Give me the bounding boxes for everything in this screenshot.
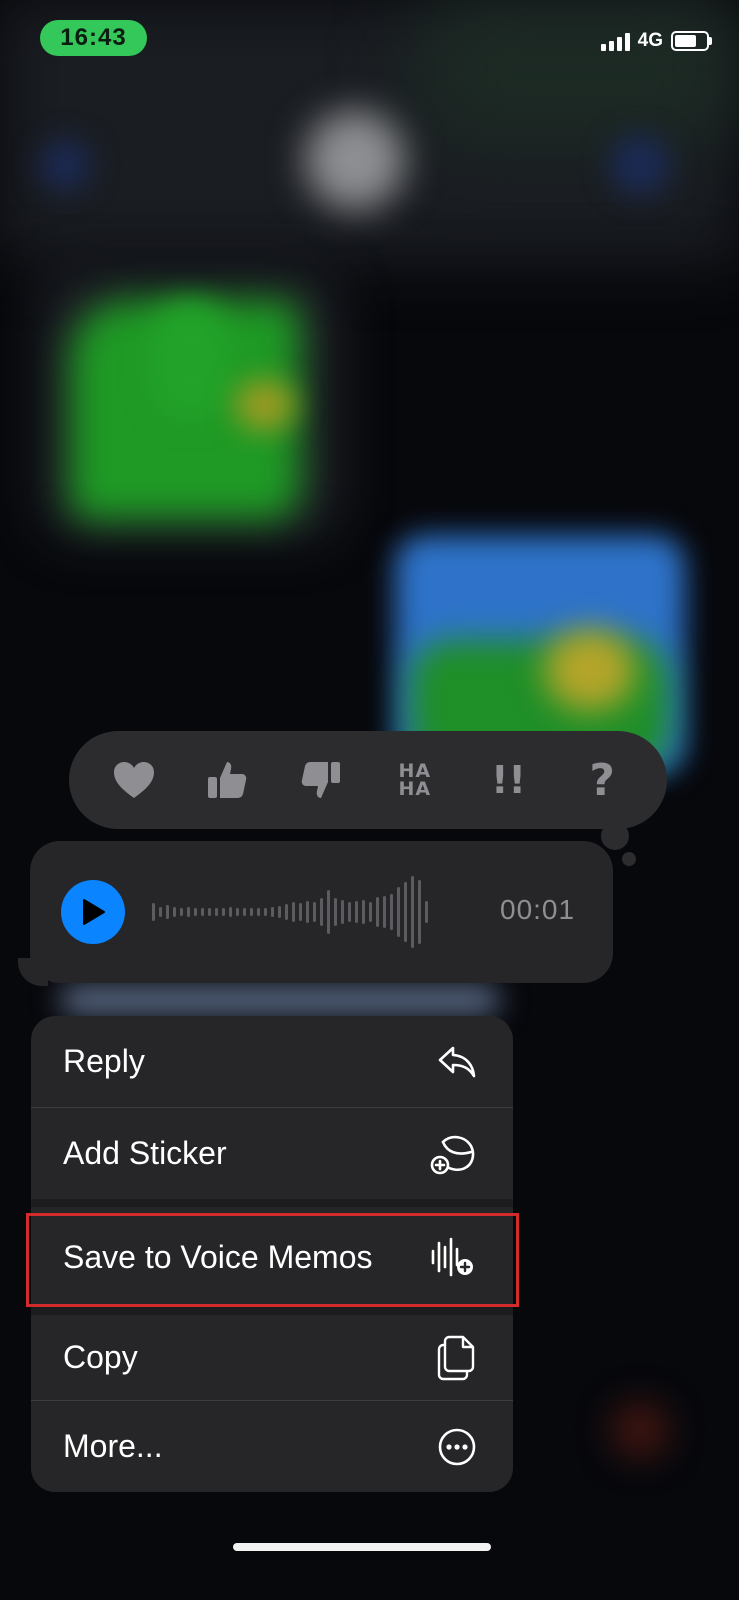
waveform-bar <box>334 898 337 926</box>
waveform-bar <box>222 908 225 916</box>
waveform-bar <box>341 900 344 924</box>
waveform-bar <box>404 882 407 942</box>
play-button[interactable] <box>61 880 125 944</box>
thumbs-down-icon <box>301 762 341 798</box>
waveform-bar <box>215 908 218 916</box>
waveform-bar <box>278 906 281 918</box>
reaction-haha[interactable]: HA HA <box>385 750 445 810</box>
waveform-bar <box>299 903 302 921</box>
waveform-bar <box>327 890 330 934</box>
reaction-thumbs-up[interactable] <box>197 750 257 810</box>
battery-icon <box>671 31 712 51</box>
menu-item-more[interactable]: More... <box>31 1401 513 1492</box>
waveform-bar <box>397 887 400 937</box>
waveform-bar <box>264 908 267 916</box>
cellular-signal-icon <box>600 31 630 51</box>
sticker-icon <box>430 1135 475 1174</box>
menu-item-label: Reply <box>63 1043 145 1079</box>
waveform-bar <box>194 908 197 916</box>
play-icon <box>83 899 105 925</box>
waveform-bar <box>208 908 211 916</box>
heart-icon <box>113 762 154 798</box>
waveform-bar <box>243 908 246 916</box>
question-icon: ? <box>589 754 615 806</box>
reaction-bar-tail <box>601 822 629 850</box>
waveform-bar <box>320 898 323 926</box>
waveform-bar <box>159 907 162 917</box>
waveform-bar <box>425 901 428 923</box>
waveform-bar <box>313 902 316 922</box>
ellipsis-circle-icon <box>438 1428 476 1465</box>
waveform-bar <box>411 876 414 948</box>
waveform-bar <box>362 900 365 924</box>
waveform-bar <box>236 908 239 916</box>
waveform-bar <box>257 908 260 916</box>
menu-item-copy[interactable]: Copy <box>31 1315 513 1400</box>
status-time[interactable]: 16:43 <box>40 20 147 56</box>
waveform-bar <box>152 903 155 921</box>
waveform-bar <box>369 902 372 922</box>
reaction-exclamation[interactable]: !! <box>478 750 538 810</box>
reaction-heart[interactable] <box>104 750 164 810</box>
voice-duration: 00:01 <box>500 894 576 925</box>
waveform-bar <box>306 901 309 923</box>
waveform-bar <box>418 880 421 944</box>
exclamation-icon: !! <box>491 758 526 802</box>
waveform-bar <box>390 894 393 930</box>
menu-item-add-sticker[interactable]: Add Sticker <box>31 1108 513 1199</box>
waveform-bar <box>355 901 358 923</box>
menu-item-reply[interactable]: Reply <box>31 1016 513 1107</box>
waveform-bar <box>292 902 295 922</box>
thumbs-up-icon <box>208 762 247 798</box>
highlight-box <box>26 1213 519 1307</box>
menu-item-label: Add Sticker <box>63 1135 227 1171</box>
tapback-reaction-bar: HA HA !! ? <box>69 731 667 829</box>
waveform-bar <box>383 896 386 928</box>
waveform-bar <box>250 908 253 916</box>
reaction-question[interactable]: ? <box>572 750 632 810</box>
reaction-bar-tail-dot <box>622 852 636 866</box>
waveform-bar <box>376 897 379 927</box>
waveform-bar <box>173 907 176 917</box>
waveform-bar <box>348 902 351 922</box>
home-indicator[interactable] <box>233 1543 491 1551</box>
menu-item-label: Copy <box>63 1339 138 1375</box>
reaction-thumbs-down[interactable] <box>291 750 351 810</box>
status-bar: 16:43 4G <box>0 0 739 80</box>
waveform-bar <box>271 907 274 917</box>
waveform-bar <box>201 908 204 916</box>
network-type: 4G <box>637 30 663 51</box>
waveform-bar <box>187 907 190 917</box>
reply-icon <box>438 1046 476 1077</box>
waveform-bar <box>180 908 183 916</box>
waveform-bar <box>285 904 288 920</box>
haha-icon: HA HA <box>398 760 432 800</box>
waveform-bar <box>229 907 232 917</box>
waveform-bar <box>166 905 169 919</box>
menu-item-label: More... <box>63 1428 163 1464</box>
copy-icon <box>437 1335 475 1380</box>
audio-waveform[interactable] <box>152 870 428 954</box>
